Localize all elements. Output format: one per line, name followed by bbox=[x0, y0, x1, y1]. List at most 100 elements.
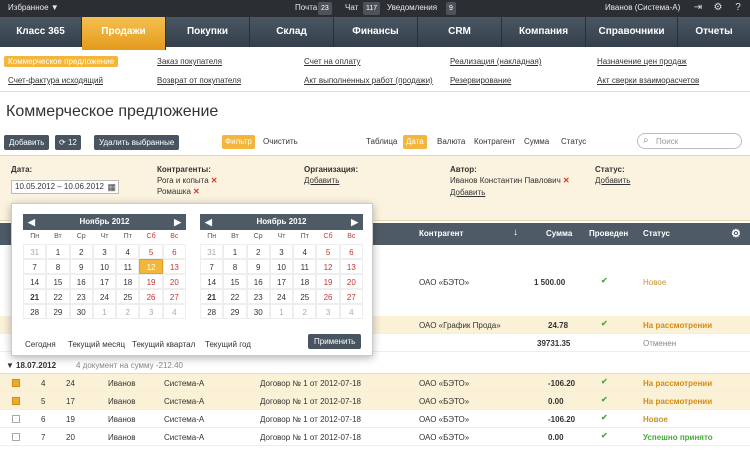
calendar-day[interactable]: 18 bbox=[293, 274, 317, 289]
date-range-input[interactable]: 10.05.2012 – 10.06.2012 ▦ bbox=[11, 180, 119, 194]
nav-reports[interactable]: Отчеты bbox=[678, 17, 750, 47]
view-tab-currency[interactable]: Валюта bbox=[434, 135, 468, 149]
chat-link[interactable]: Чат bbox=[345, 3, 358, 12]
favorites-menu[interactable]: Избранное ▼ bbox=[8, 3, 59, 12]
sublink-price-setting[interactable]: Назначение цен продаж bbox=[597, 57, 687, 66]
calendar-day[interactable]: 12 bbox=[316, 259, 340, 274]
calendar-day[interactable]: 22 bbox=[223, 289, 247, 304]
calendar-day[interactable]: 3 bbox=[269, 244, 294, 259]
preset-current-year[interactable]: Текущий год bbox=[205, 340, 251, 349]
calendar-day[interactable]: 31 bbox=[200, 244, 224, 259]
nav-finance[interactable]: Финансы bbox=[334, 17, 418, 47]
view-tab-sum[interactable]: Сумма bbox=[521, 135, 552, 149]
col-status[interactable]: Статус bbox=[643, 229, 670, 238]
table-row[interactable]: 6 19 Иванов Система-А Договор № 1 от 2012-07… bbox=[0, 410, 750, 428]
calendar-day[interactable]: 6 bbox=[162, 244, 186, 259]
sublink-sale-waybill[interactable]: Реализация (накладная) bbox=[450, 57, 542, 66]
gear-icon[interactable]: ⚙ bbox=[712, 2, 724, 14]
col-posted[interactable]: Проведен bbox=[589, 229, 628, 238]
calendar-day[interactable]: 7 bbox=[200, 259, 224, 274]
col-sum[interactable]: Сумма bbox=[546, 229, 572, 238]
calendar-day[interactable]: 1 bbox=[92, 304, 117, 319]
help-icon[interactable]: ? bbox=[732, 2, 744, 14]
prev-month-icon[interactable]: ◀ bbox=[28, 214, 35, 230]
date-group-header[interactable]: ▼ 18.07.2012 4 документ на сумму -212.40 bbox=[0, 358, 750, 374]
calendar-day[interactable]: 21 bbox=[200, 289, 224, 304]
calendar-day[interactable]: 30 bbox=[69, 304, 93, 319]
sublink-customer-return[interactable]: Возврат от покупателя bbox=[157, 76, 241, 85]
preset-current-quarter[interactable]: Текущий квартал bbox=[132, 340, 195, 349]
calendar-day[interactable]: 23 bbox=[246, 289, 270, 304]
calendar-day[interactable]: 3 bbox=[92, 244, 117, 259]
calendar-day[interactable]: 17 bbox=[269, 274, 294, 289]
calendar-day[interactable]: 23 bbox=[69, 289, 93, 304]
calendar-day[interactable]: 17 bbox=[92, 274, 117, 289]
table-row[interactable]: 7 20 Иванов Система-А Договор № 1 от 2012-07… bbox=[0, 428, 750, 446]
calendar-day[interactable]: 4 bbox=[293, 244, 317, 259]
calendar-day[interactable]: 24 bbox=[92, 289, 117, 304]
row-checkbox[interactable] bbox=[12, 379, 20, 387]
mail-link[interactable]: Почта bbox=[295, 3, 317, 12]
calendar-day[interactable]: 29 bbox=[46, 304, 70, 319]
calendar-day[interactable]: 4 bbox=[116, 244, 140, 259]
nav-klass365[interactable]: Класс 365 bbox=[0, 17, 82, 47]
calendar-day[interactable]: 19 bbox=[316, 274, 340, 289]
calendar-day[interactable]: 8 bbox=[46, 259, 70, 274]
remove-icon[interactable]: ✕ bbox=[563, 176, 570, 185]
collapse-triangle-icon[interactable]: ▼ bbox=[6, 361, 14, 370]
calendar-day[interactable]: 2 bbox=[293, 304, 317, 319]
calendar-day[interactable]: 2 bbox=[116, 304, 140, 319]
user-name[interactable]: Иванов (Система-А) bbox=[605, 3, 680, 12]
calendar-day[interactable]: 20 bbox=[162, 274, 186, 289]
calendar-day[interactable]: 1 bbox=[46, 244, 70, 259]
calendar-day[interactable]: 5 bbox=[139, 244, 163, 259]
calendar-day[interactable]: 16 bbox=[69, 274, 93, 289]
calendar-day[interactable]: 2 bbox=[246, 244, 270, 259]
calendar-day[interactable]: 21 bbox=[23, 289, 47, 304]
calendar-day[interactable]: 13 bbox=[339, 259, 363, 274]
calendar-day[interactable]: 31 bbox=[23, 244, 47, 259]
remove-icon[interactable]: ✕ bbox=[211, 176, 218, 185]
preset-today[interactable]: Сегодня bbox=[25, 340, 56, 349]
nav-warehouse[interactable]: Склад bbox=[250, 17, 334, 47]
calendar-day[interactable]: 4 bbox=[162, 304, 186, 319]
search-box[interactable]: ⌕ Поиск bbox=[637, 133, 742, 149]
row-checkbox[interactable] bbox=[12, 433, 20, 441]
view-tab-status[interactable]: Статус bbox=[558, 135, 589, 149]
sort-arrow-icon[interactable]: ↓ bbox=[513, 227, 518, 238]
calendar-day[interactable]: 8 bbox=[223, 259, 247, 274]
author-add-link[interactable]: Добавить bbox=[450, 188, 485, 197]
calendar-day[interactable]: 28 bbox=[200, 304, 224, 319]
table-row[interactable]: 5 17 Иванов Система-А Договор № 1 от 2012-07… bbox=[0, 392, 750, 410]
calendar-day[interactable]: 15 bbox=[46, 274, 70, 289]
sublink-payment-invoice[interactable]: Счет на оплату bbox=[304, 57, 361, 66]
nav-crm[interactable]: CRM bbox=[418, 17, 502, 47]
table-row[interactable]: 4 24 Иванов Система-А Договор № 1 от 2012-07… bbox=[0, 374, 750, 392]
prev-month-icon[interactable]: ◀ bbox=[205, 214, 212, 230]
nav-company[interactable]: Компания bbox=[502, 17, 586, 47]
calendar-day[interactable]: 18 bbox=[116, 274, 140, 289]
calendar-day[interactable]: 6 bbox=[339, 244, 363, 259]
view-tab-date[interactable]: Дата bbox=[403, 135, 427, 149]
preset-current-month[interactable]: Текущий месяц bbox=[68, 340, 125, 349]
apply-button[interactable]: Применить bbox=[308, 334, 362, 349]
calendar-day[interactable]: 10 bbox=[92, 259, 117, 274]
calendar-day[interactable]: 27 bbox=[339, 289, 363, 304]
calendar-day[interactable]: 10 bbox=[269, 259, 294, 274]
calendar-day[interactable]: 24 bbox=[269, 289, 294, 304]
delete-selected-button[interactable]: Удалить выбранные bbox=[94, 135, 180, 150]
calendar-day[interactable]: 19 bbox=[139, 274, 163, 289]
view-tab-table[interactable]: Таблица bbox=[363, 135, 400, 149]
sublink-work-act[interactable]: Акт выполненных работ (продажи) bbox=[304, 76, 433, 85]
calendar-day[interactable]: 25 bbox=[116, 289, 140, 304]
status-add-link[interactable]: Добавить bbox=[595, 176, 630, 185]
calendar-day[interactable]: 2 bbox=[69, 244, 93, 259]
notifications-link[interactable]: Уведомления bbox=[387, 3, 437, 12]
calendar-icon[interactable]: ▦ bbox=[107, 181, 116, 193]
calendar-day[interactable]: 27 bbox=[162, 289, 186, 304]
calendar-day[interactable]: 28 bbox=[23, 304, 47, 319]
nav-directories[interactable]: Справочники bbox=[586, 17, 678, 47]
filter-tab[interactable]: Фильтр bbox=[222, 135, 255, 149]
calendar-day[interactable]: 22 bbox=[46, 289, 70, 304]
calendar-day[interactable]: 7 bbox=[23, 259, 47, 274]
